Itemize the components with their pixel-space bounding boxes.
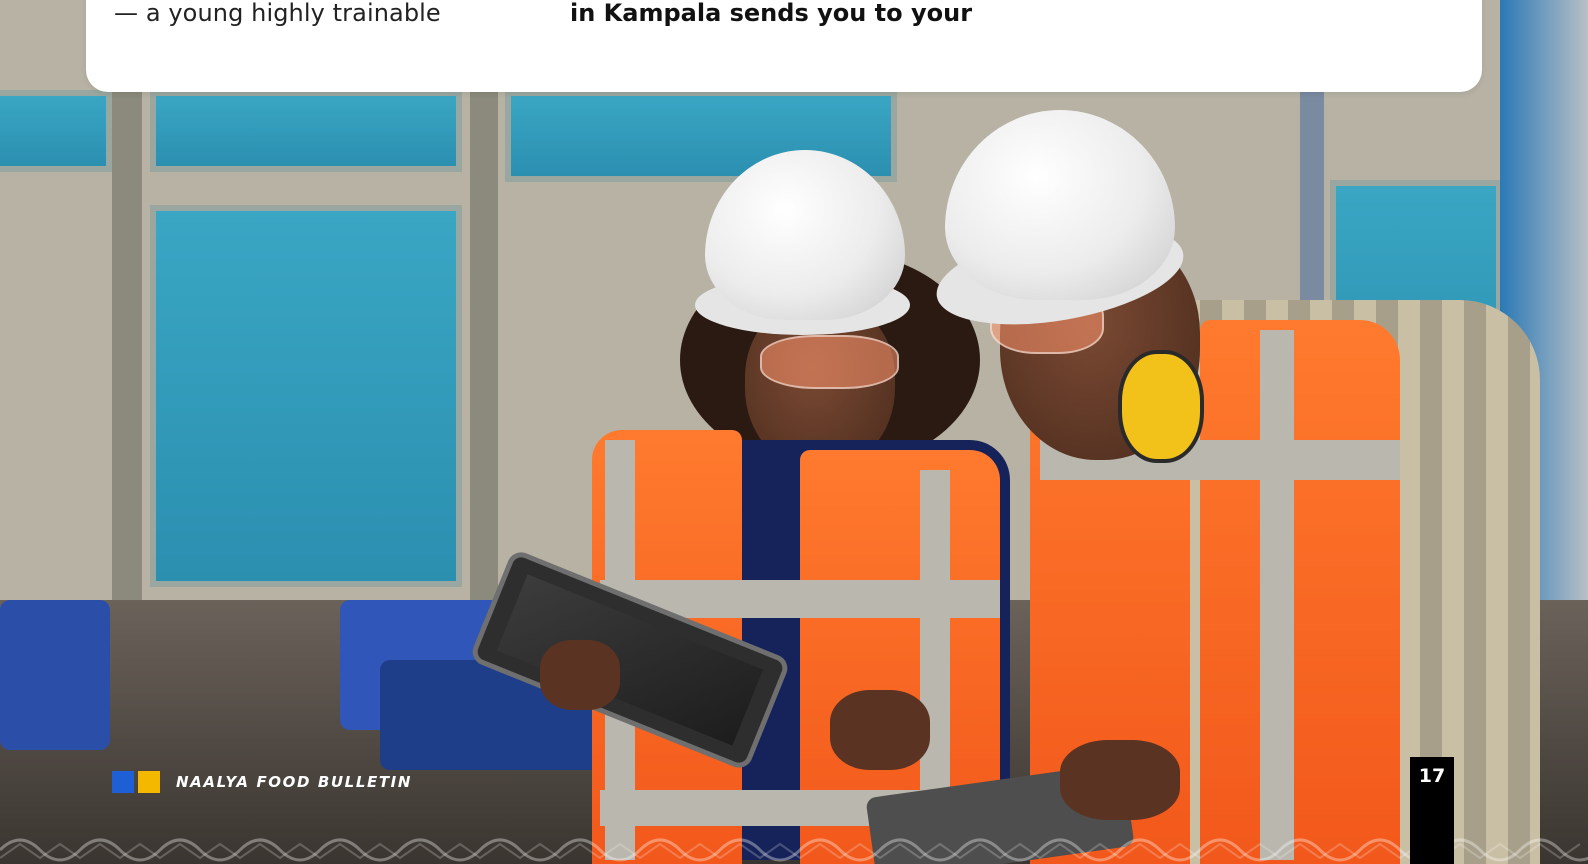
safety-glasses: [760, 335, 899, 389]
window-frame: [470, 90, 498, 670]
logo-gold-square: [138, 771, 160, 793]
page-number: 17: [1418, 765, 1446, 787]
article-text-right: in Kampala sends you to your: [570, 0, 973, 27]
window-frame: [112, 90, 142, 670]
reflective-stripe: [1260, 330, 1294, 860]
safety-vest: [1200, 320, 1400, 864]
wave-pattern: [0, 838, 1588, 862]
hand: [830, 690, 930, 770]
logo-blue-square: [112, 771, 134, 793]
blue-machine: [0, 600, 110, 750]
ear-defender: [1118, 350, 1204, 463]
article-text-card: — a young highly trainable in Kampala se…: [86, 0, 1482, 92]
hand: [540, 640, 620, 710]
window-pane: [150, 205, 462, 587]
window-pane: [150, 90, 462, 172]
publication-logo-icon: [112, 771, 160, 793]
window-pane: [0, 90, 112, 172]
page-number-tab: 17: [1410, 757, 1454, 864]
article-text-left: — a young highly trainable: [114, 0, 441, 27]
hand: [1060, 740, 1180, 820]
hero-photo: [0, 0, 1588, 864]
publication-name: NAALYA FOOD BULLETIN: [176, 773, 413, 791]
